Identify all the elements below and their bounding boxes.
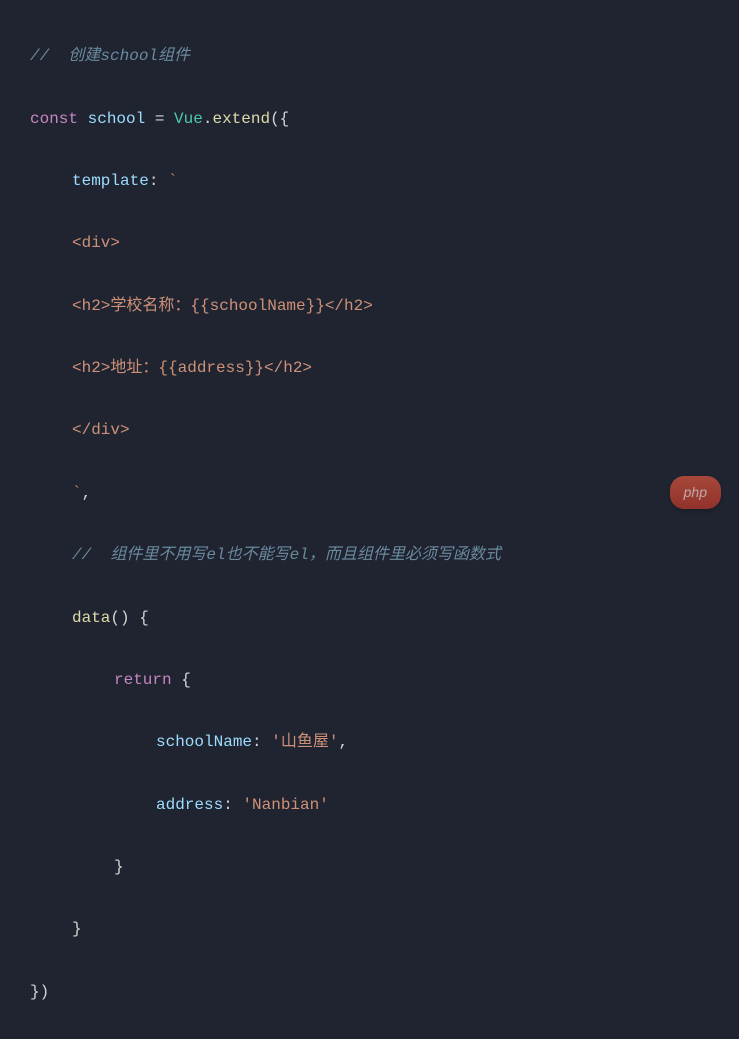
string-value: '山鱼屋' (271, 733, 338, 751)
code-line-10: data() { (30, 603, 739, 634)
comma: , (338, 733, 348, 751)
backtick-close: ` (72, 484, 82, 502)
code-line-11: return { (30, 665, 739, 696)
code-line-5: <h2>学校名称：{{schoolName}}</h2> (30, 291, 739, 322)
keyword-const: const (30, 110, 78, 128)
paren-open: ({ (270, 110, 289, 128)
code-line-7: </div> (30, 415, 739, 446)
colon: : (149, 172, 168, 190)
comma: , (82, 484, 92, 502)
code-line-6: <h2>地址：{{address}}</h2> (30, 353, 739, 384)
code-line-16: }) (30, 977, 739, 1008)
code-block: // 创建school组件 const school = Vue.extend(… (0, 10, 739, 1039)
code-line-3: template: ` (30, 166, 739, 197)
code-line-4: <div> (30, 228, 739, 259)
template-h2-name: <h2>学校名称：{{schoolName}}</h2> (72, 297, 373, 315)
variable-name: school (88, 110, 146, 128)
code-line-2: const school = Vue.extend({ (30, 104, 739, 135)
watermark-badge: php (670, 476, 721, 509)
code-line-9: // 组件里不用写el也不能写el，而且组件里必须写函数式 (30, 540, 739, 571)
prop-address: address (156, 796, 223, 814)
code-line-8: `, (30, 478, 739, 509)
operator: = (145, 110, 174, 128)
brace-close: } (72, 920, 82, 938)
code-line-14: } (30, 852, 739, 883)
brace-open: { (172, 671, 191, 689)
backtick: ` (168, 172, 178, 190)
prop-template: template (72, 172, 149, 190)
keyword-return: return (114, 671, 172, 689)
prop-schoolname: schoolName (156, 733, 252, 751)
code-line-12: schoolName: '山鱼屋', (30, 727, 739, 758)
class-vue: Vue (174, 110, 203, 128)
code-line-15: } (30, 914, 739, 945)
method-data: data (72, 609, 110, 627)
brace-close: } (114, 858, 124, 876)
code-line-1: // 创建school组件 (30, 41, 739, 72)
colon: : (223, 796, 242, 814)
template-div-open: <div> (72, 234, 120, 252)
colon: : (252, 733, 271, 751)
comment-text: // 创建school组件 (30, 47, 190, 65)
template-h2-address: <h2>地址：{{address}}</h2> (72, 359, 312, 377)
close-all: }) (30, 983, 49, 1001)
comment-text-2: // 组件里不用写el也不能写el，而且组件里必须写函数式 (72, 546, 501, 564)
method-extend: extend (212, 110, 270, 128)
template-div-close: </div> (72, 421, 130, 439)
parens: () { (110, 609, 148, 627)
string-value: 'Nanbian' (242, 796, 328, 814)
code-line-13: address: 'Nanbian' (30, 790, 739, 821)
watermark-text: php (684, 484, 707, 500)
